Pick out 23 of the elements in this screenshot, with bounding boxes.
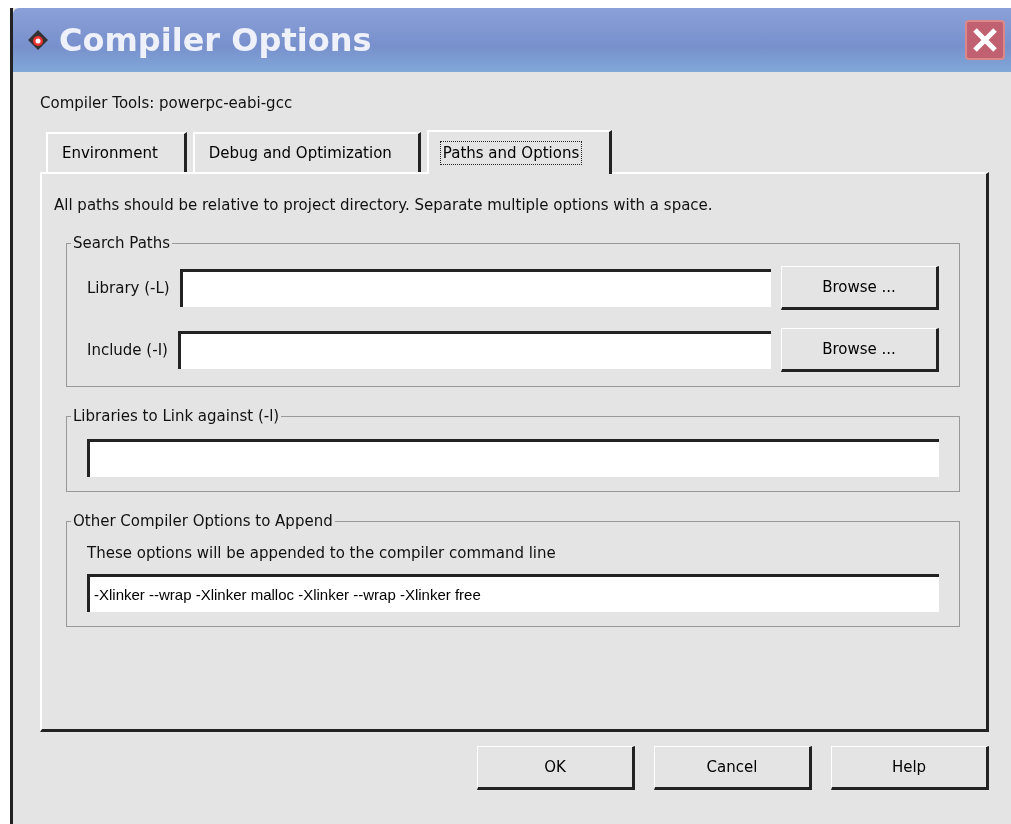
path-field[interactable] <box>179 269 771 307</box>
dialog-button[interactable]: Cancel <box>654 746 812 790</box>
group-title: Libraries to Link against (-l) <box>72 407 281 425</box>
libraries-field[interactable] <box>87 439 939 477</box>
tab[interactable]: Debug and Optimization <box>192 132 421 172</box>
tab[interactable]: Environment <box>46 132 187 172</box>
tab[interactable]: Paths and Options <box>426 130 613 174</box>
window-title: Compiler Options <box>59 21 373 59</box>
browse-button[interactable]: Browse ... <box>781 328 939 372</box>
group-title: Other Compiler Options to Append <box>72 512 334 530</box>
close-button[interactable] <box>965 20 1005 60</box>
path-field[interactable] <box>177 331 771 369</box>
options-field[interactable]: -Xlinker --wrap -Xlinker malloc -Xlinker --wrap -Xlinker free <box>87 574 939 612</box>
close-icon <box>971 26 999 54</box>
hint-text: These options will be appended to the compiler command line <box>87 544 557 562</box>
description-text: All paths should be relative to project directory. Separate multiple options with a space. <box>54 196 714 214</box>
field-label: Library (-L) <box>87 279 170 297</box>
compiler-tools-label: Compiler Tools: powerpc-eabi-gcc <box>40 94 294 112</box>
group-title: Search Paths <box>72 234 172 252</box>
browse-button[interactable]: Browse ... <box>781 266 939 310</box>
dialog-button[interactable]: OK <box>477 746 635 790</box>
field-label: Include (-I) <box>87 341 168 359</box>
dialog-button[interactable]: Help <box>831 746 989 790</box>
